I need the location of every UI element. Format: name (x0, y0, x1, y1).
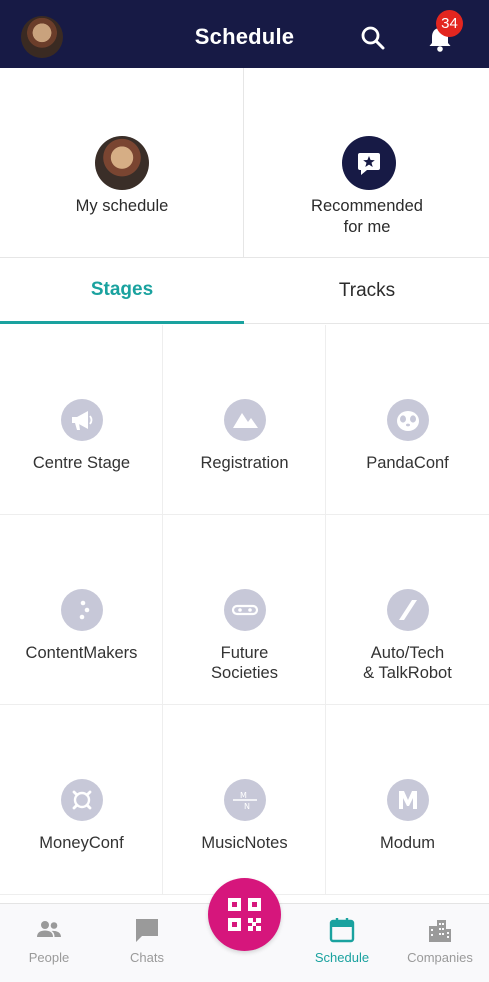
moneyconf-icon (61, 779, 103, 821)
nav-label: Schedule (314, 950, 370, 965)
nav-label: Companies (407, 950, 473, 965)
megaphone-icon (61, 399, 103, 441)
my-schedule-avatar (95, 136, 149, 190)
musicnotes-icon: MN (224, 779, 266, 821)
nav-label: Chats (130, 950, 164, 965)
my-schedule-label: My schedule (75, 197, 169, 215)
stage-pandaconf[interactable]: PandaConf (326, 325, 489, 515)
tab-tracks[interactable]: Tracks (245, 259, 489, 324)
nav-chats[interactable]: Chats (98, 904, 196, 982)
stage-centre-stage[interactable]: Centre Stage (0, 325, 163, 515)
search-icon[interactable] (360, 25, 386, 51)
qr-scan-button[interactable] (208, 878, 281, 951)
tab-stages[interactable]: Stages (0, 259, 244, 324)
chat-icon (136, 919, 158, 942)
stage-name: ContentMakers (25, 644, 138, 662)
mountains-icon (224, 399, 266, 441)
link-icon (224, 589, 266, 631)
stage-name: Auto/Tech & TalkRobot (363, 644, 452, 682)
notification-badge: 34 (436, 10, 463, 37)
stages-grid: Centre Stage Registration PandaConf Cont… (0, 325, 489, 903)
stage-future-societies[interactable]: Future Societies (163, 515, 326, 705)
stage-musicnotes[interactable]: MN MusicNotes (163, 705, 326, 895)
stage-name: Centre Stage (32, 454, 131, 472)
stage-name: PandaConf (366, 454, 449, 472)
stage-auto-tech[interactable]: Auto/Tech & TalkRobot (326, 515, 489, 705)
stage-name: MusicNotes (201, 834, 288, 852)
stage-name: MoneyConf (39, 834, 124, 852)
panda-icon (387, 399, 429, 441)
schedule-shortcuts: My schedule Recommended for me (0, 68, 489, 258)
stage-contentmakers[interactable]: ContentMakers (0, 515, 163, 705)
buildings-icon (429, 920, 451, 942)
nav-companies[interactable]: Companies (391, 904, 489, 982)
nav-schedule[interactable]: Schedule (293, 904, 391, 982)
recommended-label: Recommended for me (311, 197, 423, 236)
svg-text:M: M (240, 791, 247, 800)
calendar-icon (329, 918, 355, 943)
nav-people[interactable]: People (0, 904, 98, 982)
nav-label: People (28, 950, 70, 965)
recommended-icon (342, 136, 396, 190)
stage-registration[interactable]: Registration (163, 325, 326, 515)
stage-name: Registration (200, 454, 289, 472)
svg-text:N: N (244, 802, 250, 811)
stage-name: Future Societies (211, 644, 278, 682)
people-icon (37, 921, 61, 937)
stage-name: Modum (379, 834, 436, 852)
stage-moneyconf[interactable]: MoneyConf (0, 705, 163, 895)
recommended-card[interactable]: Recommended for me (245, 68, 489, 258)
slash-icon (387, 589, 429, 631)
my-schedule-card[interactable]: My schedule (0, 68, 244, 258)
stage-modum[interactable]: Modum (326, 705, 489, 895)
qr-code-icon (228, 898, 261, 931)
schedule-tabs: Stages Tracks (0, 259, 489, 324)
dots-icon (61, 589, 103, 631)
modum-icon (387, 779, 429, 821)
page-title: Schedule (194, 24, 295, 49)
app-header: Schedule 34 (0, 0, 489, 68)
